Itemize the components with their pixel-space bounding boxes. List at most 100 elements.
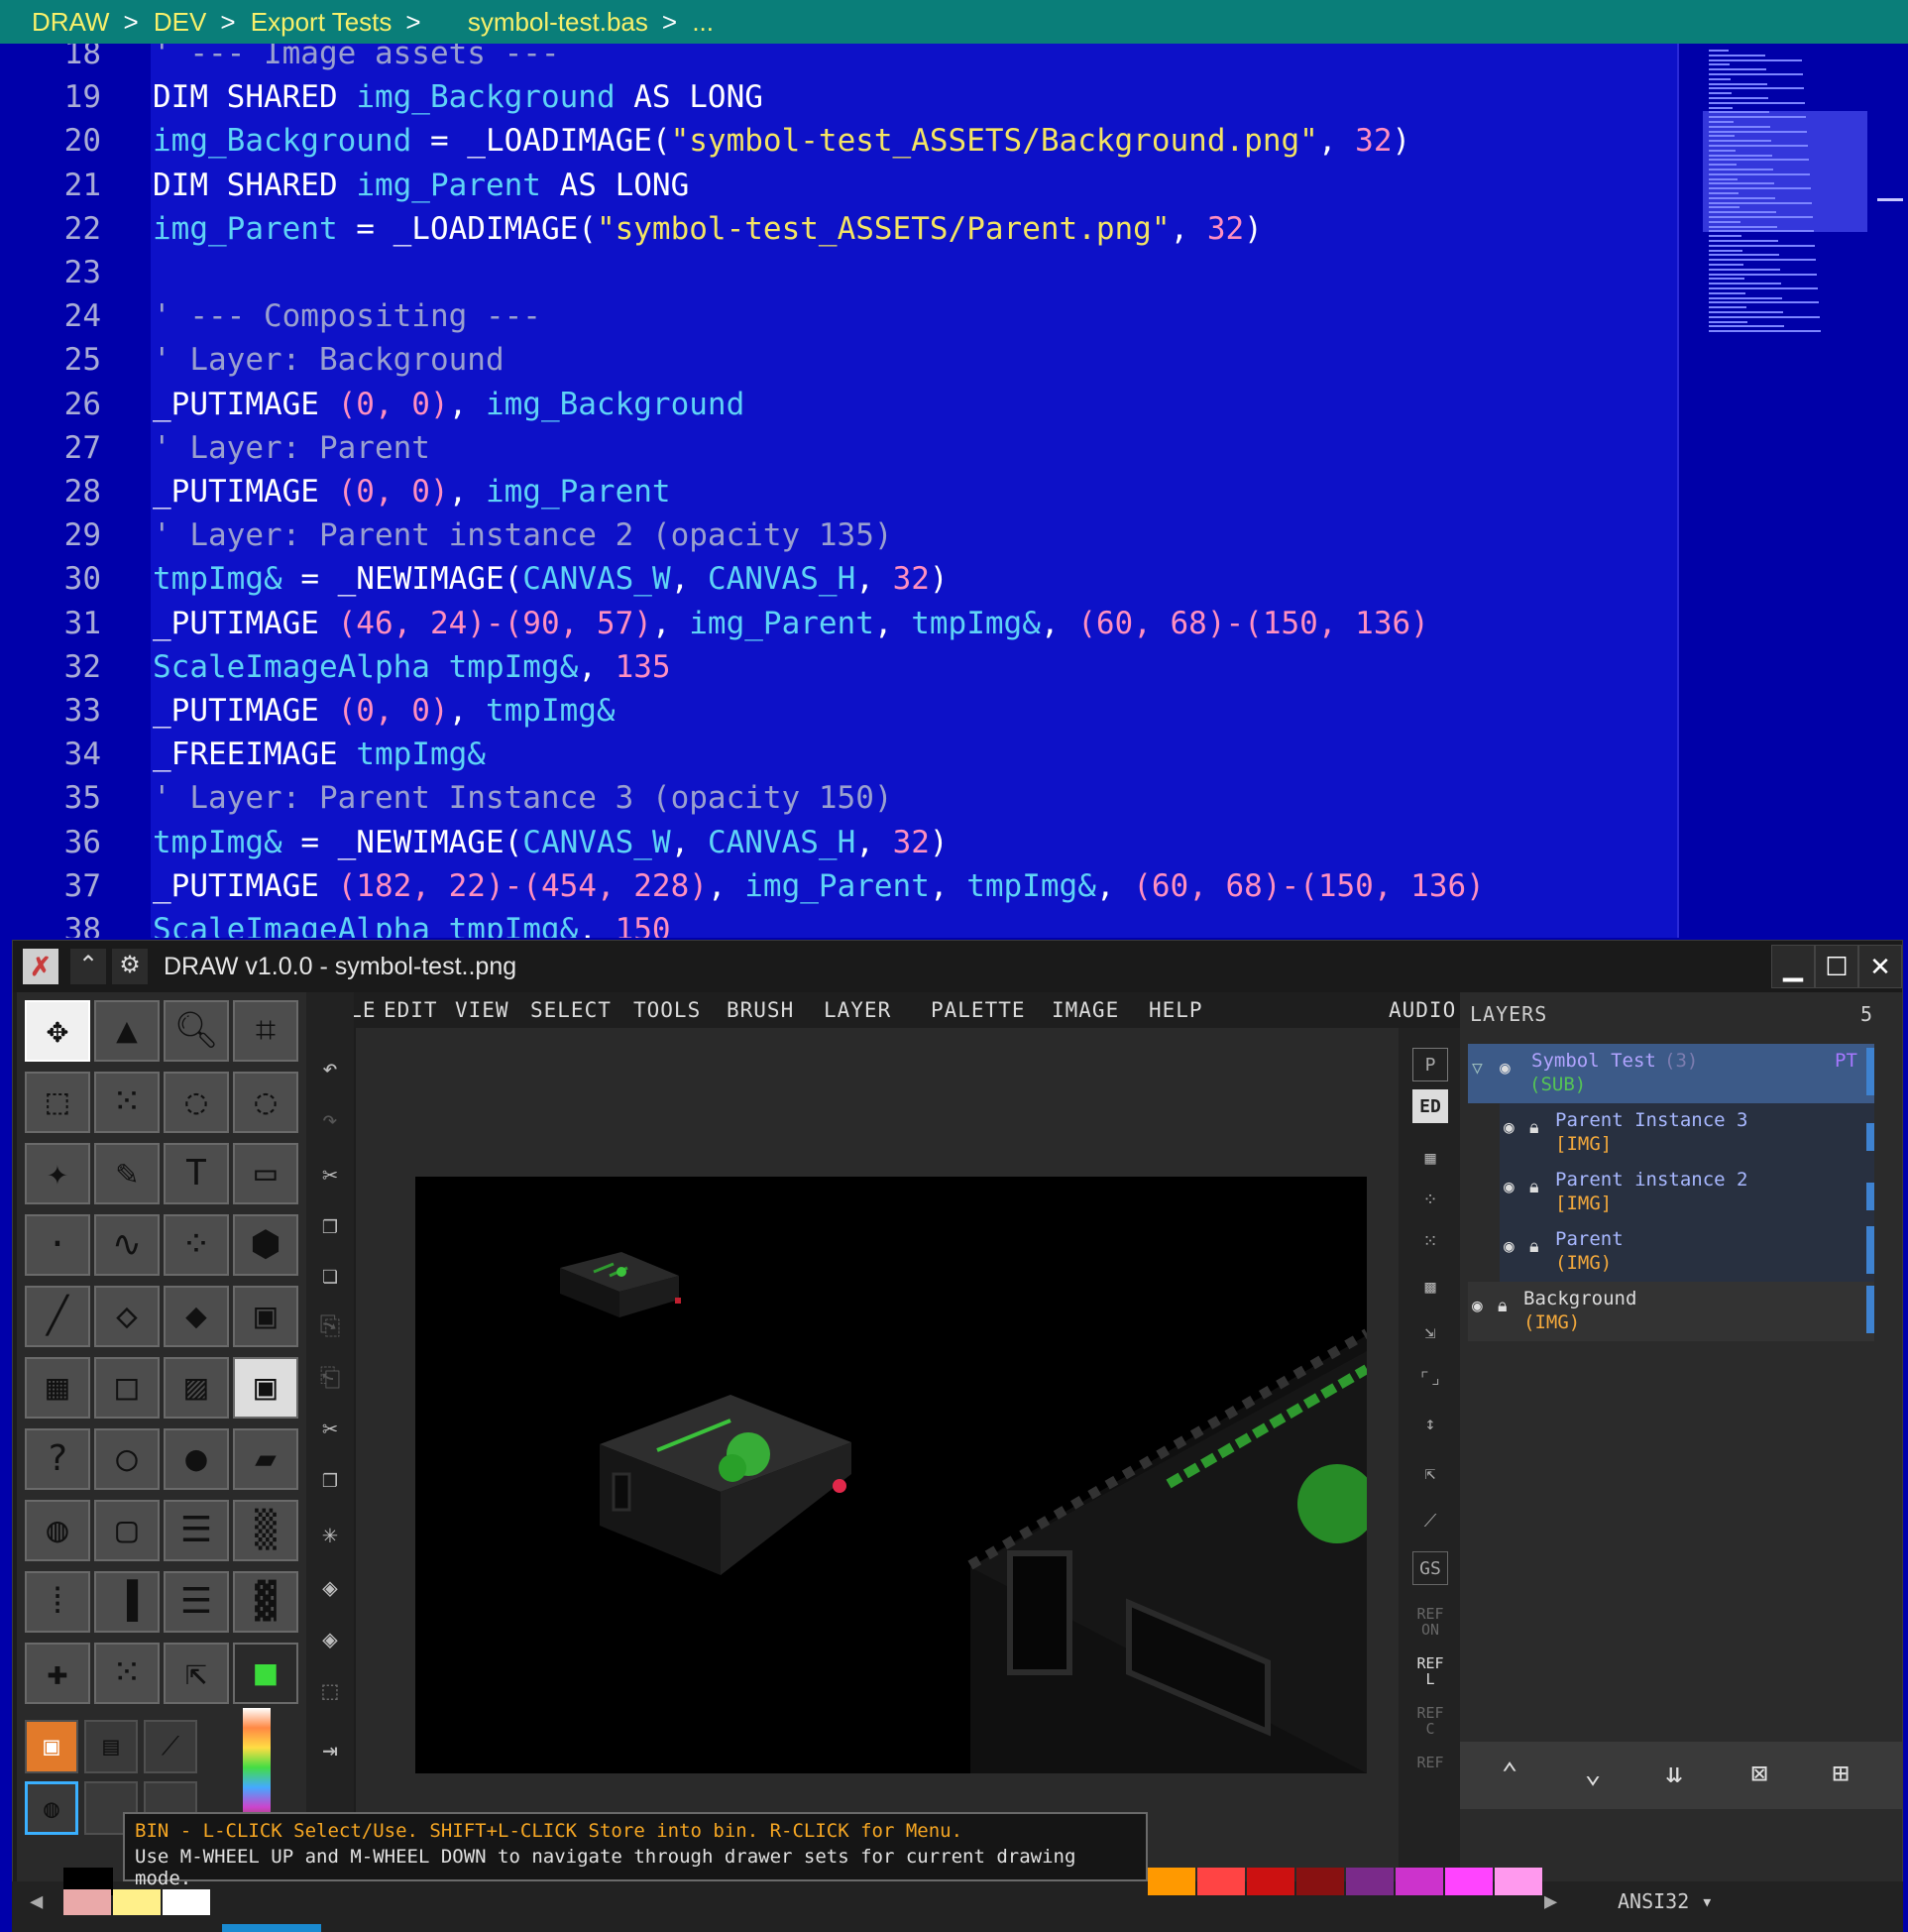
palette-next-icon[interactable]: ▶ bbox=[1544, 1889, 1557, 1914]
minimap-viewport[interactable] bbox=[1703, 111, 1867, 232]
circle-icon[interactable]: ○ bbox=[94, 1428, 160, 1490]
polygon-icon[interactable]: ◇ bbox=[94, 1286, 160, 1347]
code-line[interactable]: 21 DIM SHARED img_Parent AS LONG bbox=[0, 164, 1908, 207]
merge-down-icon[interactable]: ⇊ bbox=[1654, 1754, 1694, 1793]
clear-selection-icon[interactable]: ✳ bbox=[314, 1518, 346, 1551]
window-titlebar[interactable]: ✗ ⌃ ⚙ DRAW v1.0.0 - symbol-test..png ▁ ☐… bbox=[13, 941, 1902, 992]
palette-grid-icon[interactable]: ▦ bbox=[25, 1357, 90, 1419]
frame-icon[interactable]: ▢ bbox=[94, 1500, 160, 1561]
chart-icon[interactable]: ⟋ bbox=[1412, 1504, 1448, 1537]
grid-cross-icon[interactable]: ✚ bbox=[25, 1643, 90, 1704]
dither-icon[interactable]: ▒ bbox=[233, 1500, 298, 1561]
code-line[interactable]: 23 bbox=[0, 251, 1908, 294]
line-icon[interactable]: ╱ bbox=[25, 1286, 90, 1347]
copy-icon[interactable]: ❐ bbox=[314, 1208, 346, 1242]
canvas-area[interactable] bbox=[356, 1028, 1399, 1932]
draw-app-icon[interactable]: ✗ bbox=[23, 949, 58, 984]
breadcrumb-item[interactable]: symbol-test.bas bbox=[468, 7, 648, 37]
palette-swatch[interactable] bbox=[113, 1889, 161, 1915]
breadcrumb-item[interactable]: DRAW bbox=[32, 7, 109, 37]
layer-row-parent[interactable]: ◉ 🔒︎ Parent (IMG) bbox=[1500, 1222, 1874, 1282]
menu-layer[interactable]: LAYER bbox=[824, 992, 891, 1028]
delete-layer-icon[interactable]: ⊠ bbox=[1740, 1754, 1779, 1793]
rectangle-fill-icon[interactable]: ▨ bbox=[164, 1357, 229, 1419]
crop-marks-icon[interactable]: ⌜⌟ bbox=[1412, 1361, 1448, 1395]
text-icon[interactable]: T bbox=[164, 1143, 229, 1204]
code-line[interactable]: 27 ' Layer: Parent bbox=[0, 426, 1908, 470]
fill-bg-icon[interactable]: ◈ bbox=[314, 1623, 346, 1656]
breadcrumb-item[interactable]: ... bbox=[692, 7, 714, 37]
code-line[interactable]: 35 ' Layer: Parent Instance 3 (opacity 15… bbox=[0, 776, 1908, 820]
stack-icon[interactable]: ☰ bbox=[164, 1571, 229, 1633]
menu-select[interactable]: SELECT bbox=[530, 992, 612, 1028]
color-swatch-icon[interactable]: ■ bbox=[233, 1643, 298, 1704]
redo-icon[interactable]: ↷ bbox=[314, 1103, 346, 1137]
palette-swatch[interactable] bbox=[1396, 1868, 1443, 1895]
palette-swatch[interactable] bbox=[1495, 1868, 1542, 1895]
lock-icon[interactable]: 🔒︎ bbox=[1498, 1296, 1508, 1316]
pointer-icon[interactable]: ⇱ bbox=[1412, 1456, 1448, 1490]
ellipse-select-icon[interactable]: ◌ bbox=[233, 1072, 298, 1133]
move-layer-down-icon[interactable]: ⌄ bbox=[1573, 1754, 1613, 1793]
code-line[interactable]: 34 _FREEIMAGE tmpImg& bbox=[0, 733, 1908, 776]
preview-icon[interactable]: P bbox=[1412, 1048, 1448, 1081]
palette-swatch[interactable] bbox=[1296, 1868, 1344, 1895]
paste-icon[interactable]: ⎘ bbox=[314, 1309, 346, 1343]
menu-palette[interactable]: PALETTE bbox=[931, 992, 1026, 1028]
move-tool-icon[interactable]: ✥ bbox=[25, 1000, 90, 1062]
circle-fill-icon[interactable]: ● bbox=[164, 1428, 229, 1490]
polygon-fill-icon[interactable]: ◆ bbox=[164, 1286, 229, 1347]
chevron-up-icon[interactable]: ⌃ bbox=[70, 949, 106, 984]
edit-mode-icon[interactable]: ED bbox=[1412, 1089, 1448, 1123]
fit-icon[interactable]: ↕ bbox=[1412, 1407, 1448, 1440]
code-line[interactable]: 25 ' Layer: Background bbox=[0, 338, 1908, 382]
palette-swatch[interactable] bbox=[1346, 1868, 1394, 1895]
code-line[interactable]: 18 ' --- Image assets --- bbox=[0, 44, 1908, 75]
help-icon[interactable]: ? bbox=[25, 1428, 90, 1490]
code-line[interactable]: 38 ScaleImageAlpha tmpImg&, 150 bbox=[0, 908, 1908, 938]
reference-icon[interactable]: REF bbox=[1412, 1754, 1448, 1787]
lines-icon[interactable]: ☰ bbox=[164, 1500, 229, 1561]
move-layer-up-icon[interactable]: ⌃ bbox=[1490, 1754, 1529, 1793]
code-line[interactable]: 22 img_Parent = _LOADIMAGE("symbol-test_A… bbox=[0, 207, 1908, 251]
rectangle-icon[interactable]: □ bbox=[94, 1357, 160, 1419]
lock-icon[interactable]: 🔒︎ bbox=[1529, 1117, 1539, 1138]
code-line[interactable]: 29 ' Layer: Parent instance 2 (opacity 13… bbox=[0, 513, 1908, 557]
grayscale-icon[interactable]: GS bbox=[1412, 1551, 1448, 1585]
palette-swatch[interactable] bbox=[1247, 1868, 1294, 1895]
menu-brush[interactable]: BRUSH bbox=[727, 992, 794, 1028]
palette-selector[interactable]: ANSI32 ▾ bbox=[1618, 1889, 1713, 1913]
eye-icon[interactable]: ◉ bbox=[1504, 1117, 1515, 1138]
brush-fill-icon[interactable]: ▲ bbox=[94, 1000, 160, 1062]
lasso-icon[interactable]: ◌ bbox=[164, 1072, 229, 1133]
lock-icon[interactable]: 🔒︎ bbox=[1529, 1236, 1539, 1257]
spray-icon[interactable]: ⁘ bbox=[164, 1214, 229, 1276]
eyedropper-icon[interactable]: ✎ bbox=[94, 1143, 160, 1204]
cut-icon[interactable]: ✂ bbox=[314, 1159, 346, 1193]
code-line[interactable]: 33 _PUTIMAGE (0, 0), tmpImg& bbox=[0, 689, 1908, 733]
eraser-icon[interactable]: ▭ bbox=[233, 1143, 298, 1204]
bin-slot-icon[interactable]: ▤ bbox=[84, 1720, 138, 1773]
eye-icon[interactable]: ◉ bbox=[1504, 1177, 1515, 1197]
curve-brush-icon[interactable]: ∿ bbox=[94, 1214, 160, 1276]
save-icon[interactable]: ▣ bbox=[233, 1286, 298, 1347]
stroke-icon[interactable]: ⬚ bbox=[314, 1674, 346, 1708]
marquee-icon[interactable]: ⬚ bbox=[25, 1072, 90, 1133]
layer-row-parent-instance-3[interactable]: ◉ 🔒︎ Parent Instance 3 [IMG] bbox=[1500, 1103, 1874, 1163]
code-line[interactable]: 26 _PUTIMAGE (0, 0), img_Background bbox=[0, 383, 1908, 426]
code-line[interactable]: 24 ' --- Compositing --- bbox=[0, 294, 1908, 338]
layer-row-background[interactable]: ◉ 🔒︎ Background (IMG) bbox=[1468, 1282, 1874, 1341]
add-layer-icon[interactable]: ⊞ bbox=[1821, 1754, 1860, 1793]
breadcrumb-item[interactable]: Export Tests bbox=[251, 7, 393, 37]
palette-swatch[interactable] bbox=[1197, 1868, 1245, 1895]
undo-icon[interactable]: ↶ bbox=[314, 1052, 346, 1085]
reference-layer-icon[interactable]: REF L bbox=[1412, 1654, 1448, 1688]
fill-fg-icon[interactable]: ◈ bbox=[314, 1571, 346, 1605]
layer-row-parent-instance-2[interactable]: ◉ 🔒︎ Parent instance 2 [IMG] bbox=[1500, 1163, 1874, 1222]
bin-slot-icon[interactable]: ▣ bbox=[25, 1720, 78, 1773]
scrollbar-marker[interactable] bbox=[1877, 198, 1903, 201]
menu-audio[interactable]: AUDIO bbox=[1389, 992, 1456, 1028]
minimap[interactable] bbox=[1677, 44, 1908, 938]
code-line[interactable]: 30 tmpImg& = _NEWIMAGE(CANVAS_W, CANVAS_H… bbox=[0, 557, 1908, 601]
settings-icon[interactable]: ⚙ bbox=[112, 949, 148, 984]
